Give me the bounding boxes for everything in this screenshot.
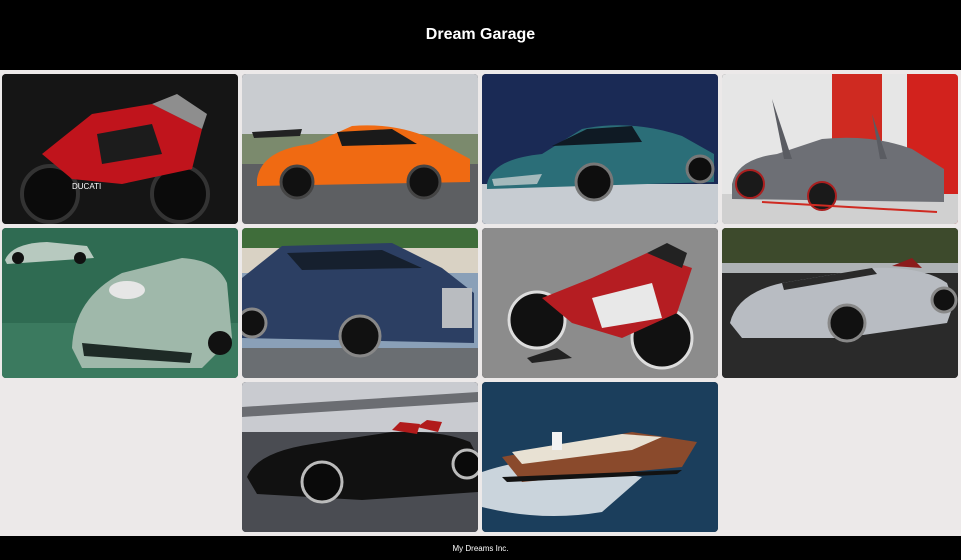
- gallery-card[interactable]: [2, 228, 238, 378]
- mv-agusta-superveloce-image: [482, 228, 718, 378]
- gallery-card[interactable]: [482, 382, 718, 532]
- aston-martin-v12-speedster-image: [2, 228, 238, 378]
- gallery-card[interactable]: [242, 74, 478, 224]
- ferrari-monza-sp1-image: [722, 228, 958, 378]
- gallery-card[interactable]: [242, 228, 478, 378]
- gallery-card[interactable]: [242, 382, 478, 532]
- riva-speedboat-image: [482, 382, 718, 532]
- koenigsegg-jesko-image: [242, 74, 478, 224]
- ducati-superleggera-image: DUCATI: [2, 74, 238, 224]
- gallery-card[interactable]: [722, 228, 958, 378]
- gallery-card[interactable]: [482, 74, 718, 224]
- svg-text:DUCATI: DUCATI: [72, 182, 101, 191]
- bentley-flying-spur-image: [242, 228, 478, 378]
- aston-martin-valhalla-image: [482, 74, 718, 224]
- page-title: Dream Garage: [425, 26, 536, 43]
- gallery-card[interactable]: DUCATI: [2, 74, 238, 224]
- gallery-card[interactable]: [482, 228, 718, 378]
- car-gallery: DUCATI: [2, 74, 960, 532]
- lamborghini-veneno-image: [722, 74, 958, 224]
- gallery-card[interactable]: [722, 74, 958, 224]
- ferrari-monza-sp2-black-image: [242, 382, 478, 532]
- site-footer: My Dreams Inc.: [0, 536, 961, 560]
- site-header: Dream Garage: [0, 0, 961, 70]
- footer-text: My Dreams Inc.: [452, 543, 509, 553]
